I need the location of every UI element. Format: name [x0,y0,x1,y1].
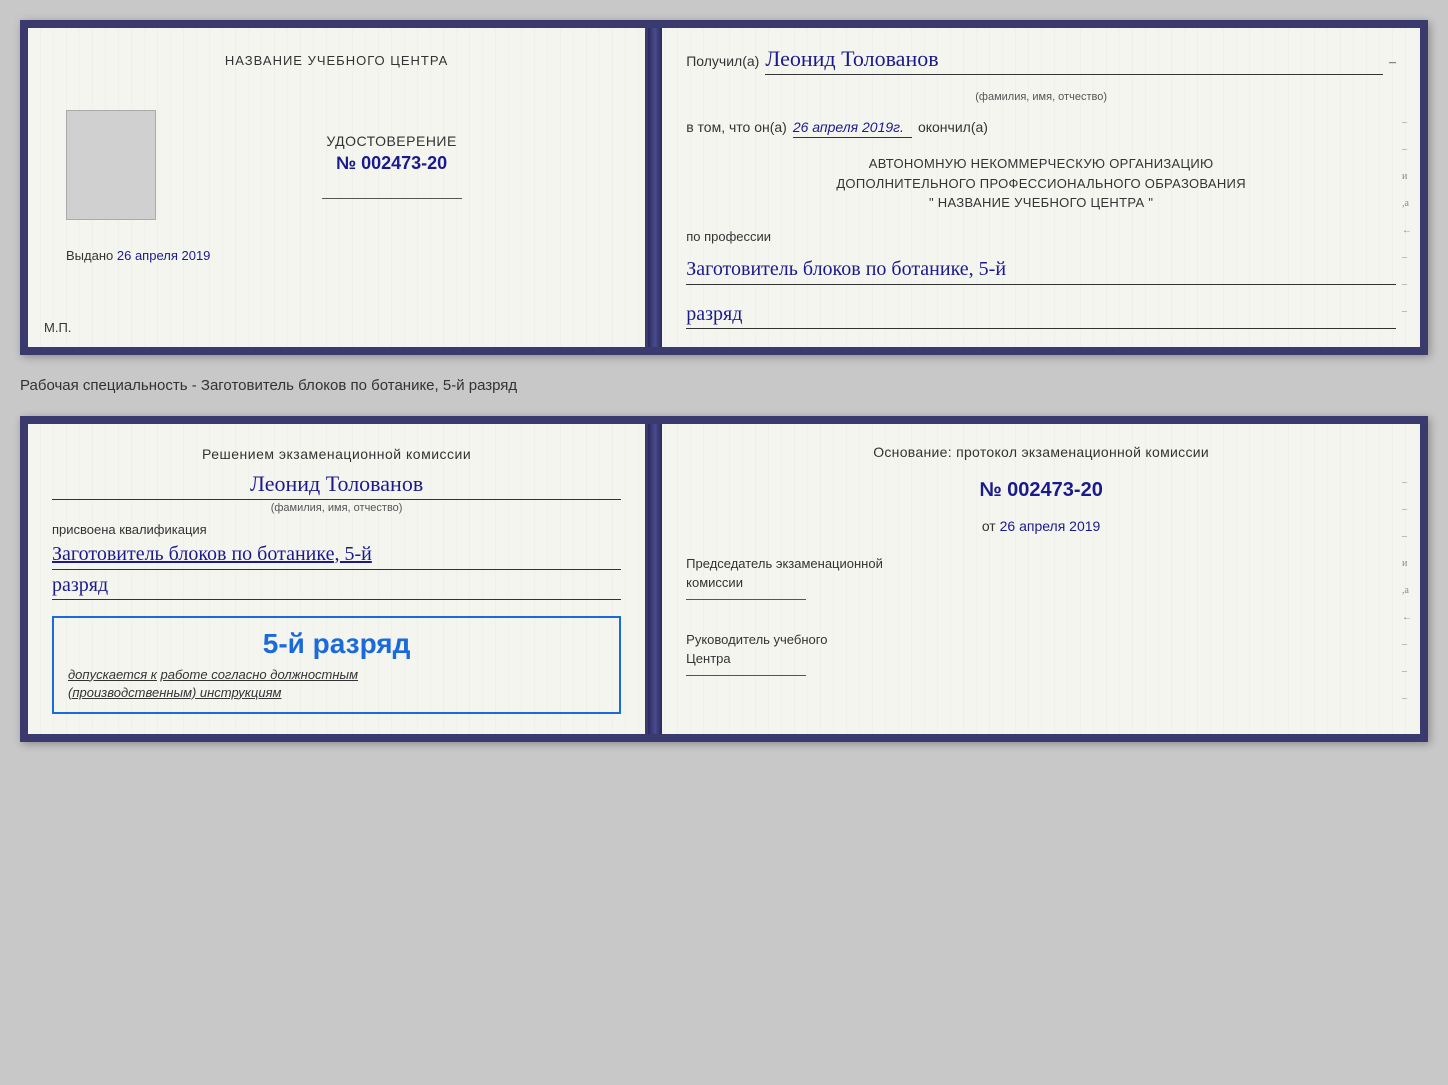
predsedatel-label-1: Председатель экзаменационной [686,554,1396,574]
instruktsiyam-label: (производственным) инструкциям [68,685,281,700]
stamp-razryad: 5-й разряд [68,628,605,660]
rukovoditel-block: Руководитель учебного Центра [686,630,1396,682]
fio-subtitle: (фамилия, имя, отчество) [686,91,1396,103]
protocol-number: № 002473-20 [686,479,1396,502]
mp-label: М.П. [44,320,71,335]
vydano-date: 26 апреля 2019 [117,248,211,263]
dopuskaetsya-text: допускается к работе согласно должностны… [68,666,605,702]
ot-date: 26 апреля 2019 [1000,518,1101,534]
cert-left-panel: НАЗВАНИЕ УЧЕБНОГО ЦЕНТРА УДОСТОВЕРЕНИЕ №… [28,28,648,347]
exam-left-panel: Решением экзаменационной комиссии Леонид… [28,424,648,734]
cert-number: № 002473-20 [336,153,447,174]
rukovoditel-line1: Руководитель учебного [686,630,1396,650]
doc-spine [648,28,662,347]
predsedatel-label-2: комиссии [686,573,1396,593]
ot-label: от [982,518,996,534]
photo-placeholder [66,110,156,220]
fio-sub2: (фамилия, имя, отчество) [52,502,621,514]
org-line2: ДОПОЛНИТЕЛЬНОГО ПРОФЕССИОНАЛЬНОГО ОБРАЗО… [686,174,1396,194]
side-marks-2: – – – и ,а ← – – – [1402,424,1412,734]
udostoverenie-title: УДОСТОВЕРЕНИЕ [326,133,456,149]
dash: – [1389,55,1396,71]
vydano-text: Выдано 26 апреля 2019 [66,248,210,263]
razryad-value: разряд [686,303,1396,329]
org-line1: АВТОНОМНУЮ НЕКОММЕРЧЕСКУЮ ОРГАНИЗАЦИЮ [686,154,1396,174]
profession-value: Заготовитель блоков по ботанике, 5-й [686,256,1396,285]
ot-line: от 26 апреля 2019 [686,518,1396,534]
big-razryad: разряд [52,574,621,600]
exam-card: Решением экзаменационной комиссии Леонид… [20,416,1428,742]
rabote-label: работе согласно должностным [161,667,358,682]
rukovoditel-line2: Центра [686,649,1396,669]
page-wrapper: НАЗВАНИЕ УЧЕБНОГО ЦЕНТРА УДОСТОВЕРЕНИЕ №… [20,20,1428,742]
recipient-name: Леонид Толованов [765,46,1383,75]
po-professii-label: по профессии [686,229,1396,244]
side-marks: – – и ,а ← – – – [1402,28,1412,347]
resheniem-title: Решением экзаменационной комиссии [52,444,621,465]
exam-name: Леонид Толованов [52,471,621,500]
exam-right-panel: Основание: протокол экзаменационной коми… [662,424,1420,734]
training-center-label: НАЗВАНИЕ УЧЕБНОГО ЦЕНТРА [225,52,448,70]
predsedatel-block: Председатель экзаменационной комиссии [686,554,1396,606]
v-tom-line: в том, что он(а) 26 апреля 2019г. окончи… [686,119,1396,138]
predsedatel-sign-line [686,599,806,600]
stamp-box: 5-й разряд допускается к работе согласно… [52,616,621,714]
dopuskaetsya-label: допускается к [68,667,157,682]
prisvoena-label: присвоена квалификация [52,522,621,537]
cert-right-panel: Получил(а) Леонид Толованов – (фамилия, … [662,28,1420,347]
completion-date: 26 апреля 2019г. [793,119,912,138]
big-profession: Заготовитель блоков по ботанике, 5-й [52,541,621,570]
poluchil-line: Получил(а) Леонид Толованов – [686,46,1396,75]
doc-spine-2 [648,424,662,734]
okonchil-label: окончил(а) [918,119,988,135]
org-block: АВТОНОМНУЮ НЕКОММЕРЧЕСКУЮ ОРГАНИЗАЦИЮ ДО… [686,154,1396,213]
vydano-label: Выдано [66,248,113,263]
v-tom-label: в том, что он(а) [686,119,787,135]
org-line3: " НАЗВАНИЕ УЧЕБНОГО ЦЕНТРА " [686,193,1396,213]
specialty-label: Рабочая специальность - Заготовитель бло… [20,373,1428,398]
osnovanie-label: Основание: протокол экзаменационной коми… [686,442,1396,463]
certificate-card: НАЗВАНИЕ УЧЕБНОГО ЦЕНТРА УДОСТОВЕРЕНИЕ №… [20,20,1428,355]
signature-line [322,198,462,199]
rukovoditel-sign-line [686,675,806,676]
poluchil-label: Получил(а) [686,53,759,69]
